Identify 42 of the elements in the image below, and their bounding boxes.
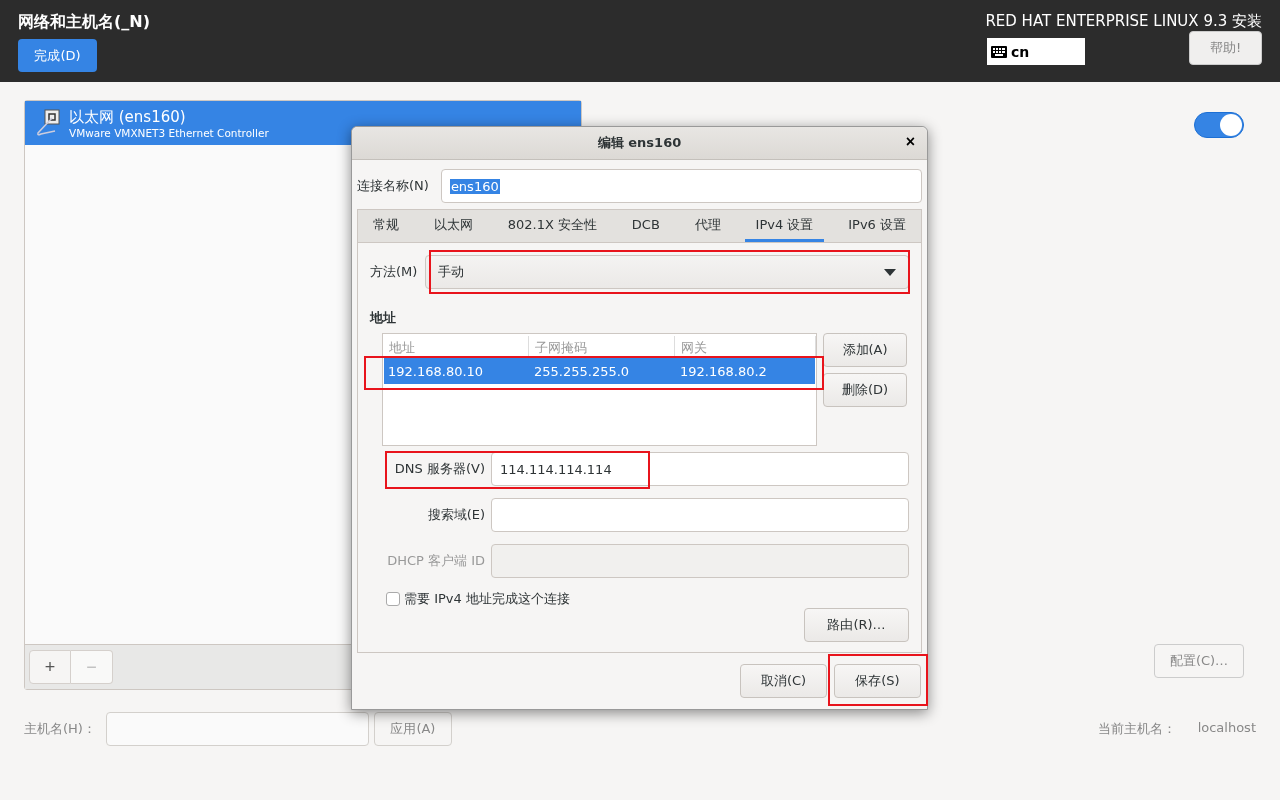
dropdown-arrow-icon: [884, 268, 896, 276]
product-title: RED HAT ENTERPRISE LINUX 9.3 安装: [985, 12, 1262, 31]
done-button[interactable]: 完成(D): [18, 39, 97, 72]
address-row[interactable]: 192.168.80.10 255.255.255.0 192.168.80.2: [384, 358, 815, 384]
tab[interactable]: 以太网: [422, 210, 484, 242]
toggle-switch[interactable]: [1194, 112, 1244, 138]
field-label: 搜索域(E): [426, 506, 485, 524]
save-button[interactable]: 保存(S): [834, 664, 921, 698]
tab[interactable]: IPv6 设置: [837, 210, 917, 242]
add-device-button[interactable]: +: [29, 650, 71, 684]
keyboard-layout-indicator[interactable]: cn: [987, 38, 1085, 65]
close-button[interactable]: ×: [903, 133, 917, 151]
connection-name-field[interactable]: ens160: [440, 169, 922, 203]
hostname-label: 主机名(H)：: [24, 720, 96, 738]
field-label: DNS 服务器(V): [393, 460, 485, 478]
device-name: 以太网 (ens160): [69, 107, 187, 127]
method-label: 方法(M): [370, 263, 418, 281]
input-field[interactable]: [491, 544, 909, 578]
add-button[interactable]: 添加(A): [823, 333, 908, 367]
require-ipv4-checkbox[interactable]: 需要 IPv4 地址完成这个连接: [386, 590, 909, 608]
current-hostname-label: 当前主机名：: [1097, 720, 1176, 738]
tab[interactable]: 802.1X 安全性: [496, 210, 608, 242]
page-title: 网络和主机名(_N): [18, 12, 150, 33]
delete-button[interactable]: 删除(D): [823, 373, 908, 407]
input-field[interactable]: [491, 498, 909, 532]
network-cable-icon: [35, 109, 61, 137]
input-field[interactable]: 114.114.114.114: [491, 452, 909, 486]
addresses-heading: 地址: [370, 309, 397, 327]
cancel-button[interactable]: 取消(C): [740, 664, 827, 698]
tab[interactable]: DCB: [620, 210, 671, 242]
routes-button[interactable]: 路由(R)…: [804, 608, 909, 642]
method-dropdown[interactable]: 手动: [425, 255, 909, 289]
dialog-title: 编辑 ens160: [597, 134, 682, 152]
field-label: DHCP 客户端 ID: [386, 552, 485, 570]
tab[interactable]: 代理: [683, 210, 732, 242]
current-hostname: localhost: [1197, 720, 1256, 737]
tab[interactable]: IPv4 设置: [744, 210, 825, 242]
device-description: VMware VMXNET3 Ethernet Controller: [69, 126, 269, 139]
hostname-field[interactable]: [105, 712, 369, 746]
keyboard-icon: [991, 45, 1007, 58]
connection-name-label: 连接名称(N): [357, 177, 429, 195]
tab[interactable]: 常规: [362, 210, 410, 242]
